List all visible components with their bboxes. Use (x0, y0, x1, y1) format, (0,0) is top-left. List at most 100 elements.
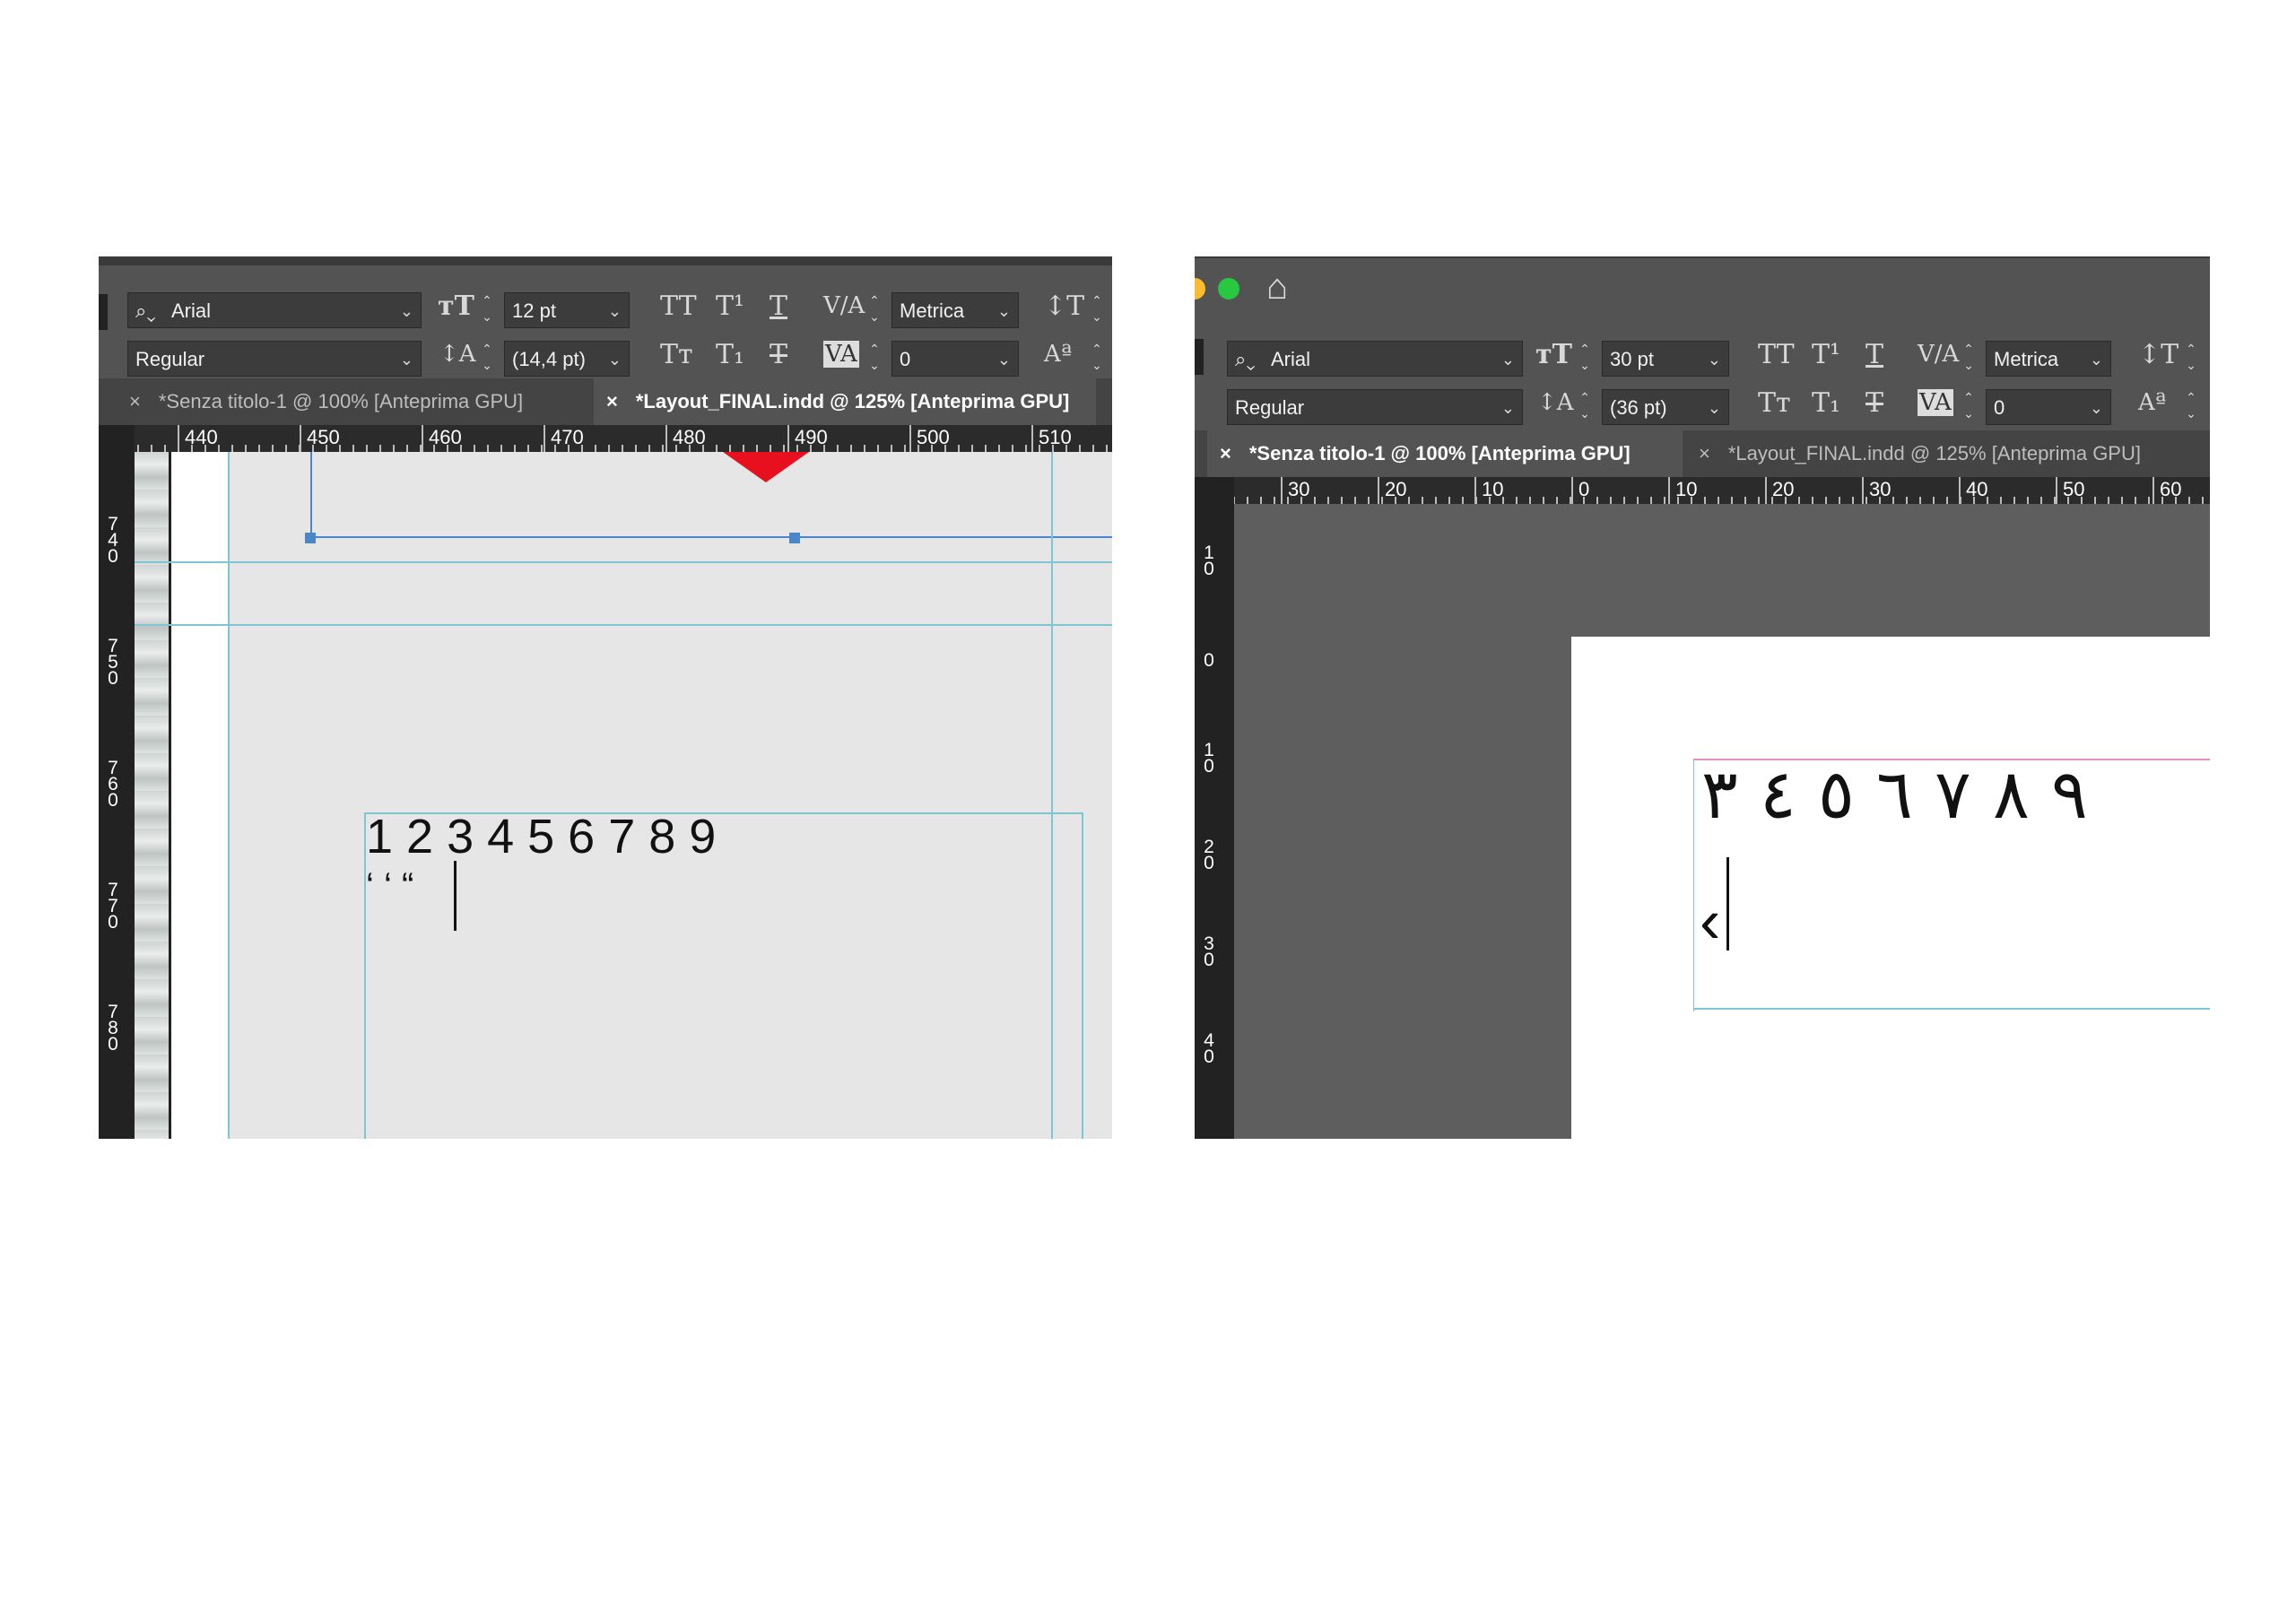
leading-stepper[interactable]: ⌃ ⌄ (1573, 389, 1596, 425)
font-family-field[interactable]: ⌕⌄ Arial ⌄ (127, 292, 422, 328)
font-style-field[interactable]: Regular ⌄ (1227, 389, 1523, 425)
vertical-ruler[interactable]: 740 750 760 770 780 (99, 452, 135, 1139)
ruler-origin[interactable] (99, 425, 135, 452)
superscript-icon[interactable]: T¹ (1812, 339, 1840, 370)
horizontal-guide[interactable] (135, 561, 1112, 563)
search-icon: ⌕⌄ (135, 299, 156, 322)
horizontal-ruler[interactable]: 440 450 460 470 480 490 500 510 (99, 425, 1112, 452)
close-icon[interactable]: × (1220, 442, 1231, 464)
chevron-down-icon[interactable]: ⌄ (1708, 342, 1721, 378)
digits-text[interactable]: 1 2 3 4 5 6 7 8 9 (366, 809, 716, 864)
font-size-field[interactable]: 30 pt ⌄ (1602, 341, 1729, 377)
chevron-down-icon[interactable]: ⌄ (997, 342, 1011, 378)
small-caps-icon[interactable]: Tт (1758, 387, 1791, 419)
document-canvas[interactable]: 1 2 3 4 5 6 7 8 9 ‘ ‘ “ (135, 452, 1112, 1139)
tab-senza-titolo[interactable]: × *Senza titolo-1 @ 100% [Anteprima GPU] (1207, 430, 1683, 477)
ruler-label: 470 (544, 425, 584, 452)
ruler-label: 30 (1862, 477, 1891, 504)
kerning-value: Metrica (1994, 348, 2059, 370)
vertical-scale-stepper[interactable]: ⌃ ⌄ (1085, 292, 1109, 328)
horizontal-guide[interactable] (135, 624, 1112, 626)
arabic-digits-text[interactable]: ٩ ٨ ٧ ٦ ٥ ٤ ٣ (1701, 760, 2088, 829)
panel-grip (1195, 339, 1204, 375)
font-size-field[interactable]: 12 pt ⌄ (504, 292, 630, 328)
tab-layout-final[interactable]: × *Layout_FINAL.indd @ 125% [Anteprima GP… (1686, 430, 2210, 477)
vertical-scale-stepper[interactable]: ⌃ ⌄ (2179, 341, 2203, 377)
ruler-label: 460 (422, 425, 462, 452)
tracking-field[interactable]: 0 ⌄ (1986, 389, 2111, 425)
strikethrough-icon[interactable]: T (1866, 387, 1883, 419)
font-family-value: Arial (1271, 348, 1311, 370)
all-caps-icon[interactable]: TT (1758, 339, 1795, 370)
chevron-down-icon[interactable]: ⌄ (1708, 390, 1721, 426)
chevron-down-icon[interactable]: ⌄ (997, 293, 1011, 329)
vertical-ruler[interactable]: 10 0 10 20 30 40 (1195, 504, 1234, 1139)
baseline-shift-stepper[interactable]: ⌃ ⌄ (2179, 389, 2203, 425)
chevron-down-icon[interactable]: ⌄ (1501, 390, 1515, 426)
subscript-icon[interactable]: T₁ (1812, 387, 1840, 419)
margin-guide[interactable] (228, 452, 230, 1139)
font-size-stepper[interactable]: ⌃ ⌄ (1573, 341, 1596, 377)
chevron-down-icon[interactable]: ⌄ (400, 342, 413, 378)
document-canvas[interactable]: ٩ ٨ ٧ ٦ ٥ ٤ ٣ ‹ (1234, 504, 2210, 1139)
home-icon[interactable]: ⌂ (1266, 267, 1288, 308)
font-size-stepper[interactable]: ⌃ ⌄ (475, 292, 499, 328)
document-page[interactable]: ٩ ٨ ٧ ٦ ٥ ٤ ٣ ‹ (1571, 637, 2210, 1139)
underline-icon[interactable]: T (1866, 339, 1883, 370)
kerning-field[interactable]: Metrica ⌄ (891, 292, 1019, 328)
chevron-down-icon[interactable]: ⌄ (608, 342, 622, 378)
strikethrough-icon[interactable]: T (770, 339, 787, 370)
tab-layout-final[interactable]: × *Layout_FINAL.indd @ 125% [Anteprima GP… (594, 378, 1096, 425)
all-caps-icon[interactable]: TT (660, 291, 697, 322)
arabic-quote-text[interactable]: ‹ (1700, 890, 1720, 952)
chevron-down-icon[interactable]: ⌄ (608, 293, 622, 329)
chevron-down-icon[interactable]: ⌄ (2090, 342, 2103, 378)
font-style-field[interactable]: Regular ⌄ (127, 341, 422, 377)
frame-handle[interactable] (789, 533, 800, 543)
ruler-label: 10 (1668, 477, 1697, 504)
frame-handle[interactable] (305, 533, 316, 543)
font-size-icon: ᴛT (1535, 339, 1572, 370)
close-icon[interactable]: × (1699, 442, 1710, 464)
subscript-icon[interactable]: T₁ (716, 339, 744, 370)
panel-grip (99, 294, 108, 330)
document-tab-bar: × *Senza titolo-1 @ 100% [Anteprima GPU] … (1195, 430, 2210, 477)
character-control-panel: ⌕⌄ Arial ⌄ Regular ⌄ ᴛT ⌃ ⌄ 12 pt ⌄ ↕A ⌃ ⌄… (99, 256, 1112, 378)
superscript-icon[interactable]: T¹ (716, 291, 744, 322)
chevron-down-icon[interactable]: ⌄ (400, 293, 413, 329)
baseline-shift-stepper[interactable]: ⌃ ⌄ (1085, 341, 1109, 377)
underline-icon[interactable]: T (770, 291, 787, 322)
text-frame[interactable]: ٩ ٨ ٧ ٦ ٥ ٤ ٣ ‹ (1693, 759, 2210, 1011)
leading-field[interactable]: (36 pt) ⌄ (1602, 389, 1729, 425)
chevron-down-icon[interactable]: ⌄ (1501, 342, 1515, 378)
minimize-window-button[interactable] (1195, 278, 1205, 299)
ruler-label: 780 (108, 1002, 118, 1055)
kerning-stepper[interactable]: ⌃ ⌄ (1957, 341, 1980, 377)
leading-field[interactable]: (14,4 pt) ⌄ (504, 341, 630, 377)
tracking-value: 0 (1994, 396, 2005, 419)
quotes-text[interactable]: ‘ ‘ “ (366, 866, 413, 907)
tracking-stepper[interactable]: ⌃ ⌄ (1957, 389, 1980, 425)
selected-frame[interactable] (310, 452, 1112, 538)
ruler-origin[interactable] (1195, 477, 1234, 504)
font-family-field[interactable]: ⌕⌄ Arial ⌄ (1227, 341, 1523, 377)
tab-label: *Layout_FINAL.indd @ 125% [Anteprima GPU… (635, 390, 1070, 412)
kerning-stepper[interactable]: ⌃ ⌄ (863, 292, 886, 328)
kerning-field[interactable]: Metrica ⌄ (1986, 341, 2111, 377)
pasteboard-image-strip (135, 452, 169, 1139)
tracking-stepper[interactable]: ⌃ ⌄ (863, 341, 886, 377)
tracking-field[interactable]: 0 ⌄ (891, 341, 1019, 377)
leading-icon: ↕A (439, 341, 476, 368)
small-caps-icon[interactable]: Tт (660, 339, 693, 370)
kerning-icon: V/A (1918, 341, 1960, 368)
text-frame[interactable]: 1 2 3 4 5 6 7 8 9 ‘ ‘ “ (364, 809, 1083, 1139)
tab-senza-titolo[interactable]: × *Senza titolo-1 @ 100% [Anteprima GPU] (117, 378, 592, 425)
search-icon: ⌕⌄ (1235, 348, 1256, 370)
horizontal-ruler[interactable]: 30 20 10 0 10 20 30 40 50 60 (1195, 477, 2210, 504)
leading-stepper[interactable]: ⌃ ⌄ (475, 341, 499, 377)
close-icon[interactable]: × (606, 390, 618, 412)
font-size-value: 12 pt (512, 299, 556, 322)
maximize-window-button[interactable] (1218, 278, 1239, 299)
close-icon[interactable]: × (129, 390, 141, 412)
chevron-down-icon[interactable]: ⌄ (2090, 390, 2103, 426)
